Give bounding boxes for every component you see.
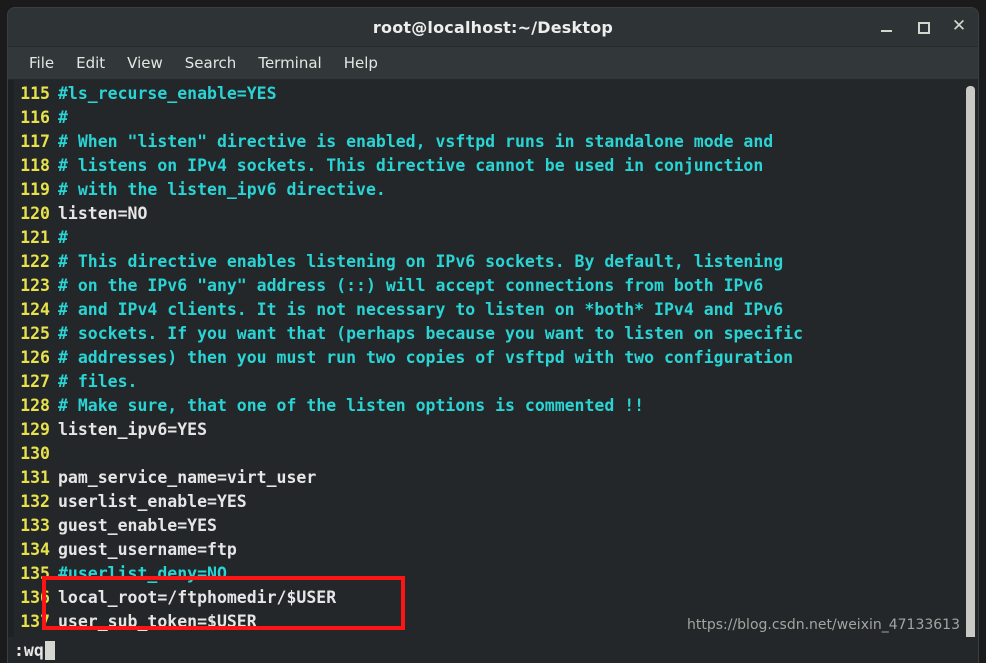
editor-line: 124 # and IPv4 clients. It is not necessa… xyxy=(8,298,978,322)
line-number: 136 xyxy=(20,588,50,607)
line-content: # and IPv4 clients. It is not necessary … xyxy=(58,300,784,319)
line-content: # with the listen_ipv6 directive. xyxy=(58,180,386,199)
line-number: 137 xyxy=(20,612,50,631)
line-content: # This directive enables listening on IP… xyxy=(58,252,784,271)
editor-line: 115 #ls_recurse_enable=YES xyxy=(8,82,978,106)
close-button[interactable]: ✕ xyxy=(950,17,968,37)
editor-line: 126 # addresses) then you must run two co… xyxy=(8,346,978,370)
line-content: # xyxy=(58,108,68,127)
line-content: # xyxy=(58,228,68,247)
line-number: 127 xyxy=(20,372,50,391)
editor-line: 117 # When "listen" directive is enabled,… xyxy=(8,130,978,154)
line-content: # Make sure, that one of the listen opti… xyxy=(58,396,645,415)
line-number: 121 xyxy=(20,228,50,247)
line-content: userlist_enable=YES xyxy=(58,492,247,511)
line-number: 131 xyxy=(20,468,50,487)
editor-line: 131 pam_service_name=virt_user xyxy=(8,466,978,490)
editor-line: 119 # with the listen_ipv6 directive. xyxy=(8,178,978,202)
line-content: # files. xyxy=(58,372,138,391)
menu-item-help[interactable]: Help xyxy=(333,51,389,75)
minimize-button[interactable] xyxy=(878,18,896,36)
menu-item-search[interactable]: Search xyxy=(174,51,248,75)
terminal-window: root@localhost:~/Desktop ✕ File Edit Vie… xyxy=(8,8,978,663)
editor-lines: 115 #ls_recurse_enable=YES 116 #117 # When "… xyxy=(8,82,978,634)
scrollbar-track[interactable] xyxy=(964,80,978,663)
line-content: user_sub_token=$USER xyxy=(58,612,257,631)
editor-line: 122 # This directive enables listening on… xyxy=(8,250,978,274)
editor-line: 120 listen=NO xyxy=(8,202,978,226)
line-number: 132 xyxy=(20,492,50,511)
terminal-content[interactable]: 115 #ls_recurse_enable=YES 116 #117 # When "… xyxy=(8,80,978,663)
editor-line: 129 listen_ipv6=YES xyxy=(8,418,978,442)
line-number: 134 xyxy=(20,540,50,559)
editor-line: 118 # listens on IPv4 sockets. This direc… xyxy=(8,154,978,178)
line-content: guest_username=ftp xyxy=(58,540,237,559)
editor-line: 134 guest_username=ftp xyxy=(8,538,978,562)
line-content: #userlist_deny=NO xyxy=(58,564,227,583)
editor-line: 121 # xyxy=(8,226,978,250)
line-number: 122 xyxy=(20,252,50,271)
line-content: # addresses) then you must run two copie… xyxy=(58,348,794,367)
text-cursor xyxy=(44,640,55,660)
title-bar[interactable]: root@localhost:~/Desktop ✕ xyxy=(8,8,978,47)
menu-item-file[interactable]: File xyxy=(18,51,65,75)
line-number: 130 xyxy=(20,444,50,463)
editor-line: 135 #userlist_deny=NO xyxy=(8,562,978,586)
line-content: guest_enable=YES xyxy=(58,516,217,535)
editor-line: 116 # xyxy=(8,106,978,130)
editor-line: 128 # Make sure, that one of the listen o… xyxy=(8,394,978,418)
line-number: 124 xyxy=(20,300,50,319)
line-number: 129 xyxy=(20,420,50,439)
line-number: 115 xyxy=(20,84,50,103)
menu-item-view[interactable]: View xyxy=(116,51,174,75)
editor-line: 127 # files. xyxy=(8,370,978,394)
window-title: root@localhost:~/Desktop xyxy=(372,17,614,37)
menu-bar: File Edit View Search Terminal Help xyxy=(8,47,978,80)
editor-line: 136 local_root=/ftphomedir/$USER xyxy=(8,586,978,610)
scrollbar-thumb[interactable] xyxy=(966,86,975,654)
editor-line: 123 # on the IPv6 "any" address (::) will… xyxy=(8,274,978,298)
line-content: # When "listen" directive is enabled, vs… xyxy=(58,132,774,151)
line-number: 128 xyxy=(20,396,50,415)
line-content: listen=NO xyxy=(58,204,148,223)
editor-line: 133 guest_enable=YES xyxy=(8,514,978,538)
vim-command-text: :wq xyxy=(14,640,44,660)
menu-item-edit[interactable]: Edit xyxy=(65,51,116,75)
line-content: # listens on IPv4 sockets. This directiv… xyxy=(58,156,764,175)
line-content: local_root=/ftphomedir/$USER xyxy=(58,588,337,607)
line-number: 118 xyxy=(20,156,50,175)
watermark-text: https://blog.csdn.net/weixin_47133613 xyxy=(686,617,960,633)
window-controls: ✕ xyxy=(878,8,968,46)
menu-item-terminal[interactable]: Terminal xyxy=(247,51,332,75)
line-number: 123 xyxy=(20,276,50,295)
line-content: #ls_recurse_enable=YES xyxy=(58,84,277,103)
line-number: 133 xyxy=(20,516,50,535)
editor-line: 132 userlist_enable=YES xyxy=(8,490,978,514)
line-content: listen_ipv6=YES xyxy=(58,420,208,439)
vim-command-line[interactable]: :wq xyxy=(8,637,978,663)
line-number: 125 xyxy=(20,324,50,343)
editor-line: 130 xyxy=(8,442,978,466)
line-number: 126 xyxy=(20,348,50,367)
line-number: 119 xyxy=(20,180,50,199)
line-content: # on the IPv6 "any" address (::) will ac… xyxy=(58,276,764,295)
maximize-button[interactable] xyxy=(914,18,932,36)
line-number: 135 xyxy=(20,564,50,583)
line-number: 117 xyxy=(20,132,50,151)
line-number: 116 xyxy=(20,108,50,127)
line-content: # sockets. If you want that (perhaps bec… xyxy=(58,324,804,343)
editor-line: 125 # sockets. If you want that (perhaps … xyxy=(8,322,978,346)
line-number: 120 xyxy=(20,204,50,223)
line-content: pam_service_name=virt_user xyxy=(58,468,317,487)
